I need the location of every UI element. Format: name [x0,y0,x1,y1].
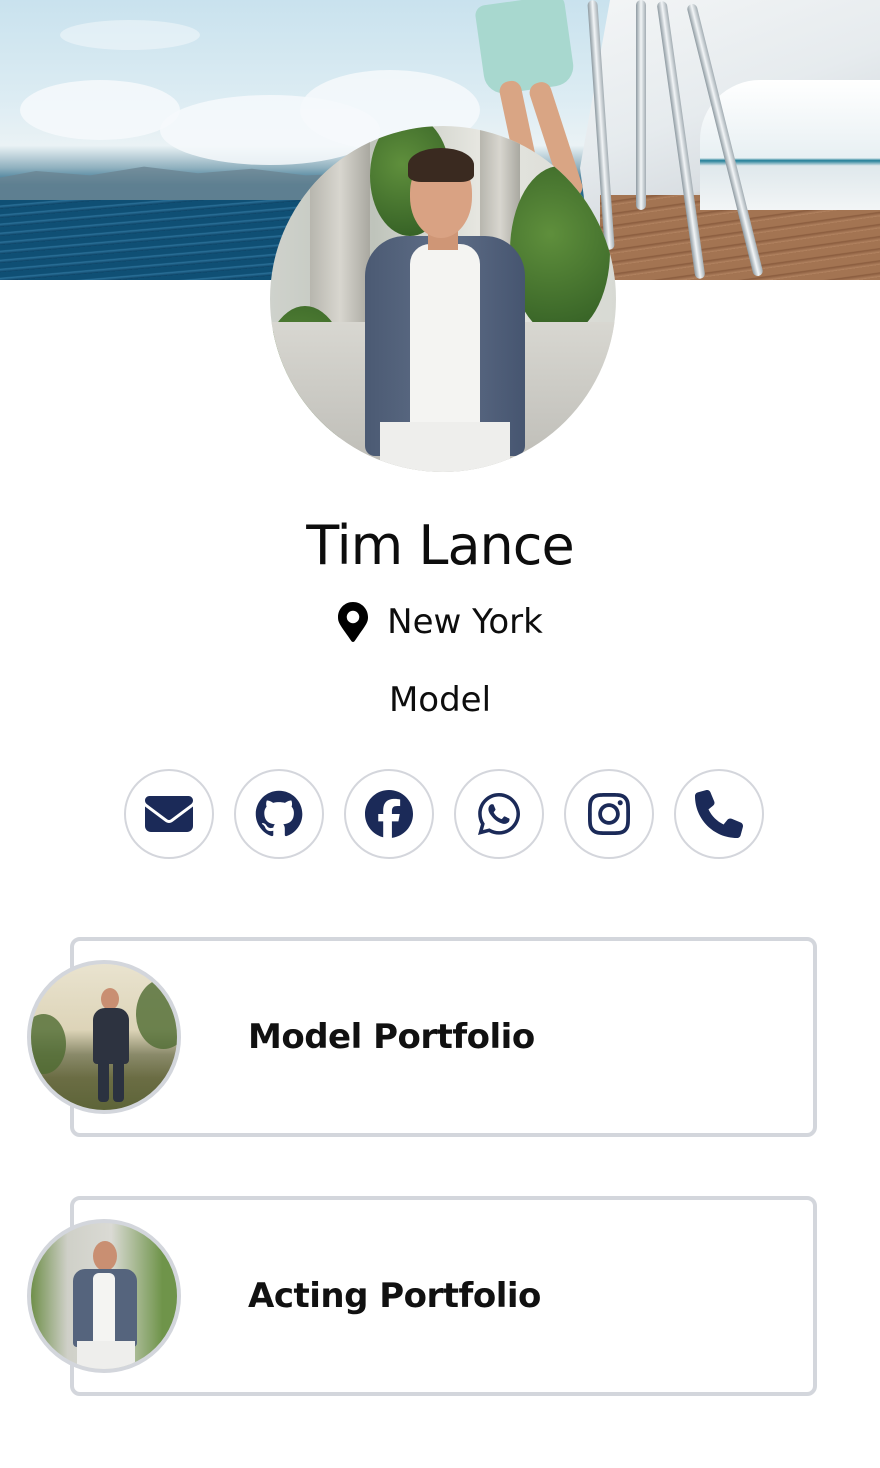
whatsapp-button[interactable] [454,769,544,859]
envelope-icon [145,796,193,832]
map-pin-icon [337,602,369,642]
phone-button[interactable] [674,769,764,859]
whatsapp-icon [478,793,520,835]
link-label: Model Portfolio [248,1017,535,1057]
social-links [124,769,764,861]
location-text: New York [387,602,543,642]
phone-icon [695,790,743,838]
instagram-icon [587,792,631,835]
facebook-icon [365,790,413,838]
link-label: Acting Portfolio [248,1276,541,1316]
github-button[interactable] [234,769,324,859]
email-button[interactable] [124,769,214,859]
profile-avatar [270,126,616,472]
profile-name: Tim Lance [306,514,574,577]
acting-portfolio-thumbnail [27,1219,181,1373]
github-icon [255,790,303,837]
facebook-button[interactable] [344,769,434,859]
instagram-button[interactable] [564,769,654,859]
link-acting-portfolio[interactable]: Acting Portfolio [70,1196,817,1396]
profile-location: New York [0,602,880,642]
profile-role: Model [388,680,492,720]
link-model-portfolio[interactable]: Model Portfolio [70,937,817,1137]
model-portfolio-thumbnail [27,960,181,1114]
